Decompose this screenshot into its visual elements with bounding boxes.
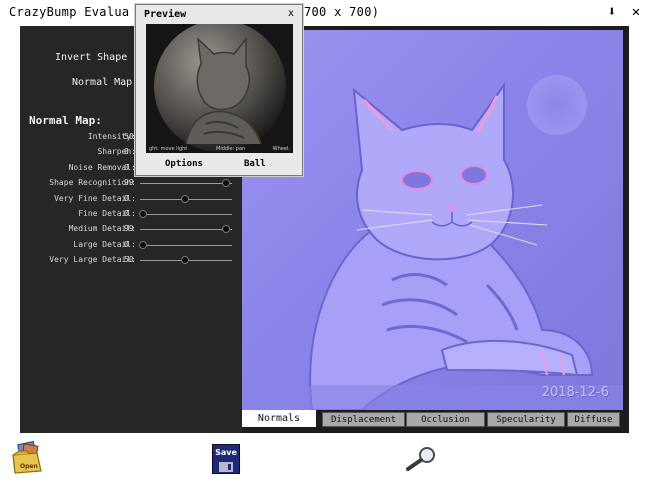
preview-title: Preview (144, 9, 187, 20)
tab-displacement[interactable]: Displacement (322, 412, 405, 427)
hint-wheel: Wheel: (272, 146, 290, 152)
slider-thumb[interactable] (222, 225, 231, 234)
slider-track[interactable] (140, 229, 232, 231)
slider-value: 0 (124, 193, 129, 203)
download-arrow-icon[interactable]: ⬇ (604, 4, 620, 20)
tab-occlusion[interactable]: Occlusion (406, 412, 485, 427)
slider-row: Medium Detail: 99 (20, 223, 242, 235)
window-title-size: 700 x 700) (304, 5, 380, 19)
slider-label: Very Large Detail: (49, 255, 136, 265)
hint-move-light: ght: move light (149, 146, 188, 152)
slider-value: 0 (124, 147, 129, 157)
invert-shape-button[interactable]: Invert Shape (55, 52, 127, 63)
slider-thumb[interactable] (139, 210, 147, 218)
open-label: Open (20, 463, 38, 470)
slider-row: Fine Detail: 0 (20, 208, 242, 220)
normal-map-button[interactable]: Normal Map (72, 77, 132, 88)
bottom-toolbar (0, 433, 646, 485)
slider-row: Shape Recognition: 99 (20, 177, 242, 189)
tab-specularity[interactable]: Specularity (487, 412, 565, 427)
slider-label: Shape Recognition: (49, 178, 136, 188)
save-button[interactable]: Save (212, 444, 240, 474)
tab-normals[interactable]: Normals (242, 410, 316, 427)
preview-options-button[interactable]: Options (165, 159, 203, 169)
preview-close-icon[interactable]: x (288, 8, 294, 19)
main-frame: Invert Shape Normal Map Normal Map: Inte… (20, 26, 629, 433)
slider-thumb[interactable] (222, 179, 231, 188)
close-icon[interactable]: ✕ (628, 4, 644, 20)
preview-window[interactable]: Preview x ght: move light Middle: pan Wh… (135, 4, 303, 176)
hint-pan: Middle: pan (216, 146, 246, 152)
slider-row: Very Large Detail: 50 (20, 254, 242, 266)
map-tabs: Normals Displacement Occlusion Speculari… (242, 410, 629, 427)
floppy-disk-icon (219, 462, 233, 472)
preview-ball-button[interactable]: Ball (244, 159, 266, 169)
magnifier-icon[interactable] (404, 446, 438, 472)
preview-viewport[interactable]: ght: move light Middle: pan Wheel: (146, 24, 293, 153)
slider-value: 99 (124, 178, 134, 188)
preview-sphere (154, 24, 286, 152)
save-label: Save (215, 448, 237, 457)
slider-row: Large Detail: 0 (20, 239, 242, 251)
tab-diffuse[interactable]: Diffuse (567, 412, 620, 427)
slider-row: Very Fine Detail: 0 (20, 193, 242, 205)
slider-value: 50 (124, 255, 134, 265)
slider-track[interactable] (140, 244, 232, 246)
slider-value: 0 (124, 209, 129, 218)
slider-thumb[interactable] (139, 240, 147, 249)
slider-track[interactable] (140, 183, 232, 185)
slider-value: 50 (124, 132, 134, 141)
title-bar: CrazyBump Evalua 700 x 700) ⬇ ✕ (0, 0, 646, 26)
slider-value: 0 (124, 239, 129, 249)
open-folder-icon[interactable]: Open (11, 440, 43, 475)
slider-label: Sharpen: (97, 147, 136, 157)
slider-value: 0 (124, 162, 129, 172)
date-stamp: 2018-12-6 (541, 385, 609, 400)
window-title: CrazyBump Evalua (9, 5, 130, 19)
slider-thumb[interactable] (181, 194, 189, 203)
slider-track[interactable] (140, 214, 232, 215)
slider-value: 99 (124, 224, 134, 234)
slider-thumb[interactable] (181, 256, 189, 265)
normal-map-heading: Normal Map: (29, 114, 102, 127)
